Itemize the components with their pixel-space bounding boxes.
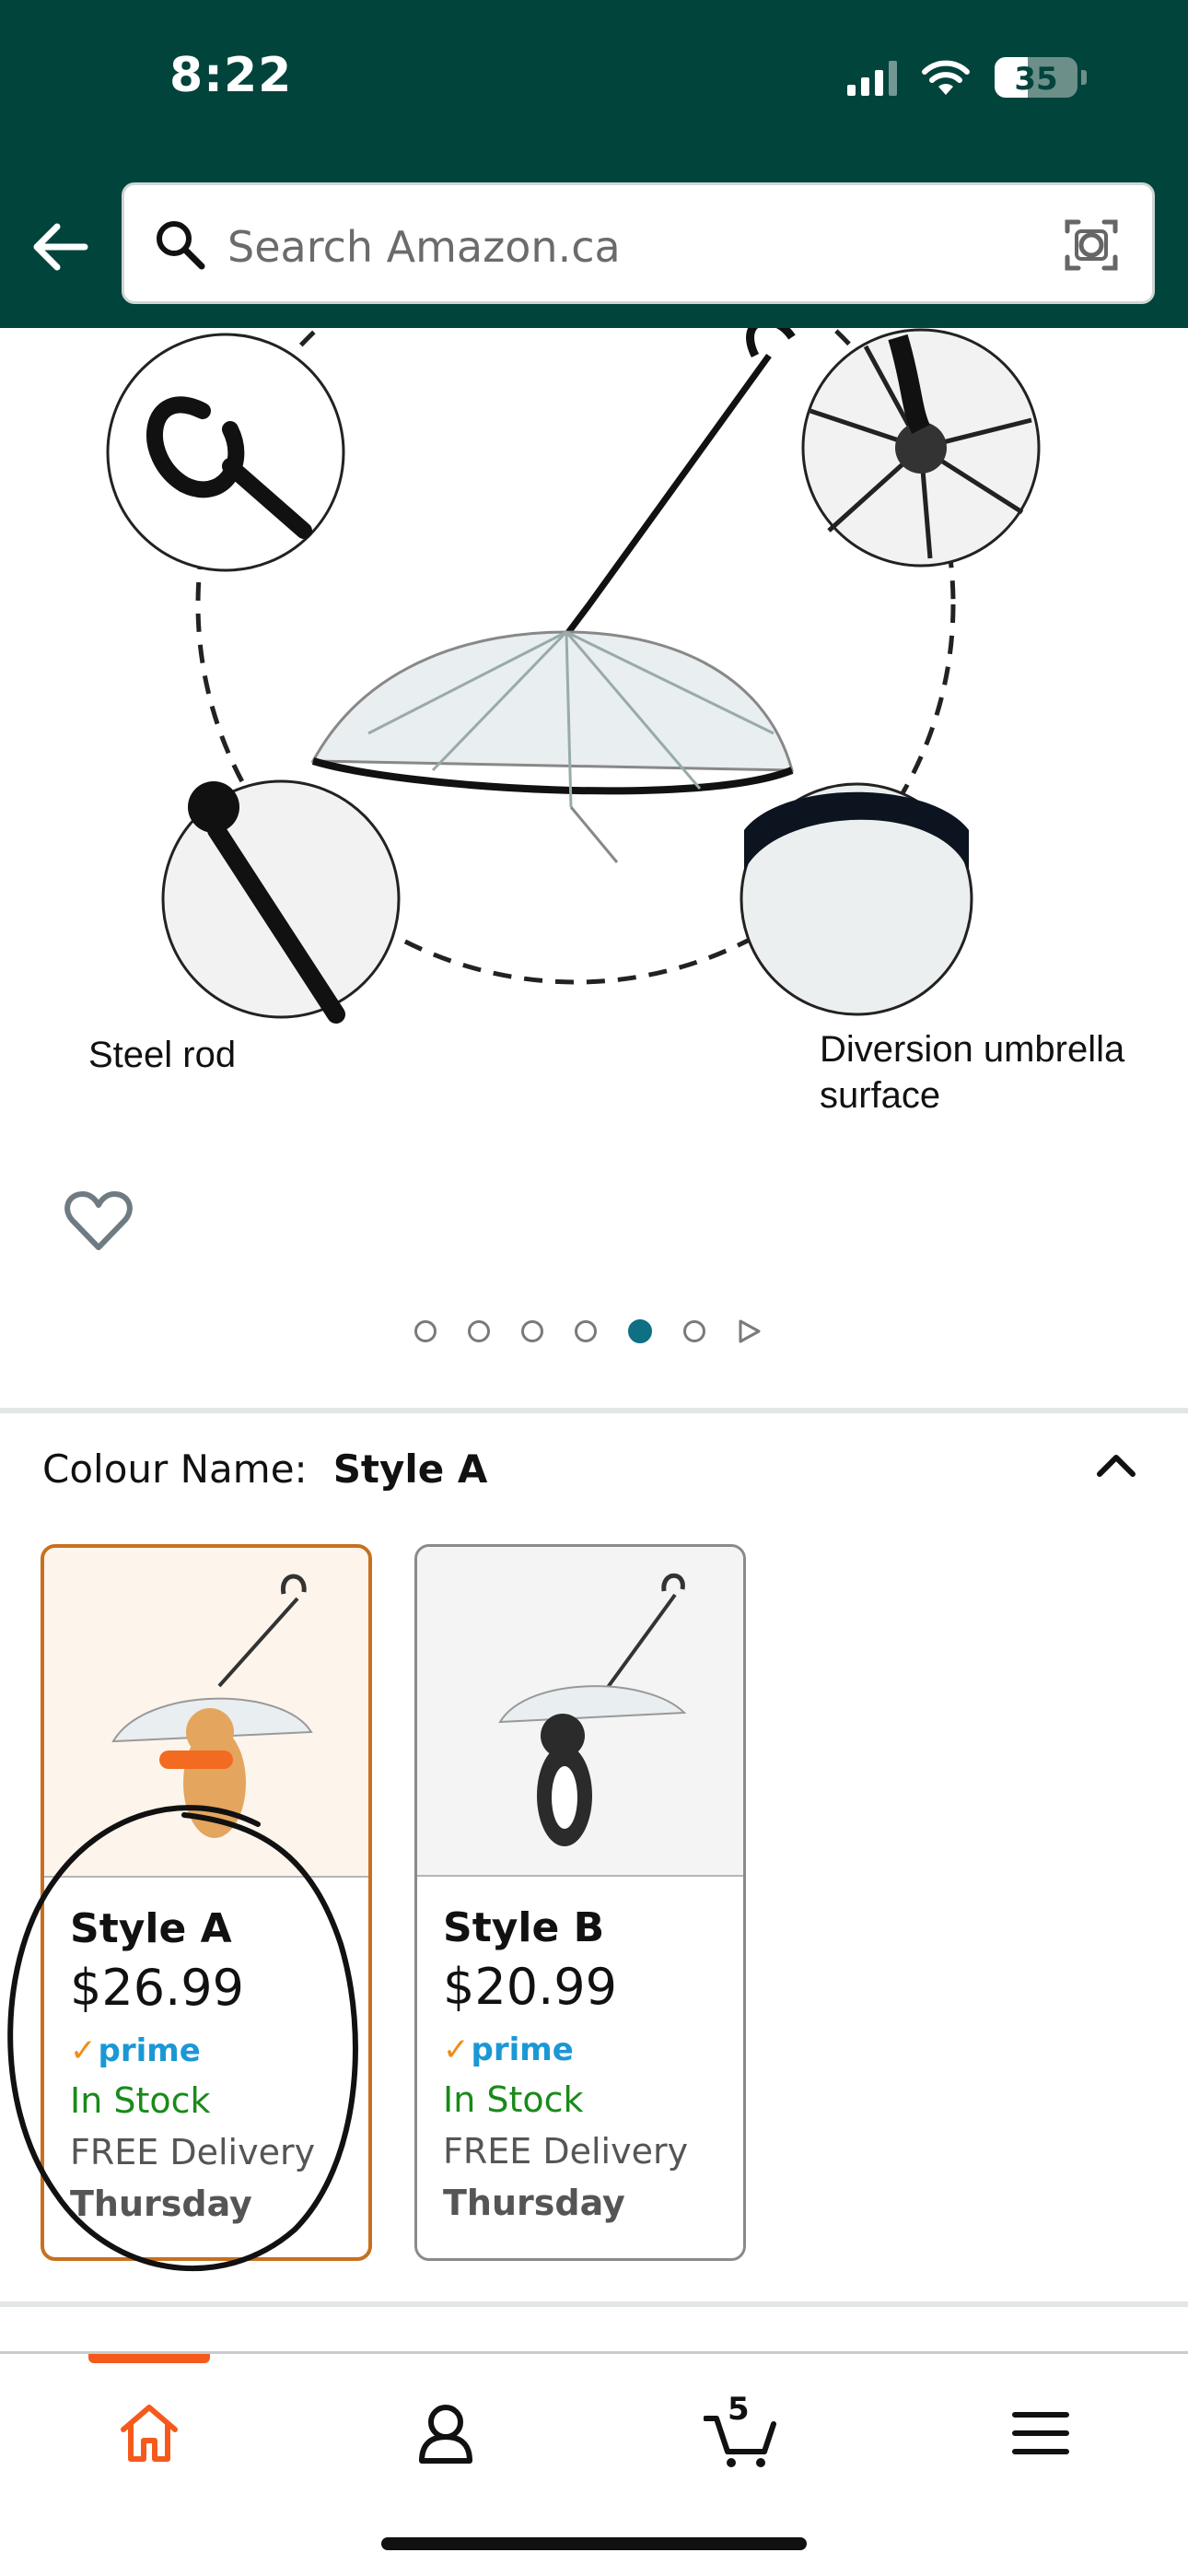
carousel-dot-active[interactable] — [628, 1319, 652, 1343]
menu-icon[interactable] — [1004, 2396, 1077, 2470]
section-divider — [0, 2301, 1188, 2307]
back-arrow-icon[interactable] — [29, 221, 88, 273]
delivery-day: Thursday — [70, 2184, 252, 2224]
caption-steel-rod: Steel rod — [88, 1035, 237, 1075]
battery-percent: 35 — [1014, 61, 1058, 98]
chevron-up-icon[interactable] — [1094, 1446, 1138, 1483]
search-icon — [157, 221, 205, 270]
app-header: 8:22 35 Search Amazon.ca — [0, 0, 1188, 328]
home-indicator-bar[interactable] — [381, 2537, 807, 2550]
prime-badge: ✓prime — [443, 2032, 574, 2068]
caption-diversion-line2: surface — [820, 1075, 941, 1116]
prime-badge: ✓prime — [70, 2032, 201, 2069]
variant-price: $26.99 — [70, 1959, 244, 2017]
product-illustration — [106, 328, 1041, 1024]
delivery-text: FREE Delivery — [70, 2132, 316, 2172]
camera-search-icon[interactable] — [1062, 215, 1121, 274]
variant-thumbnail — [417, 1547, 743, 1875]
colour-name-row: Colour Name: Style A — [42, 1446, 487, 1492]
section-divider — [0, 1408, 1188, 1413]
variant-name: Style B — [443, 1904, 605, 1951]
variant-name: Style A — [70, 1905, 232, 1952]
carousel-dot[interactable] — [575, 1320, 597, 1342]
carousel-dot[interactable] — [414, 1320, 437, 1342]
variant-thumbnail — [44, 1548, 368, 1876]
variant-price: $20.99 — [443, 1958, 617, 2016]
colour-value: Style A — [332, 1446, 488, 1492]
heart-icon[interactable] — [63, 1188, 134, 1253]
delivery-day: Thursday — [443, 2183, 625, 2223]
carousel-dot[interactable] — [521, 1320, 543, 1342]
carousel-indicator[interactable] — [414, 1319, 761, 1343]
variant-card-style-a[interactable]: Style A $26.99 ✓prime In Stock FREE Deli… — [41, 1544, 372, 2261]
product-image[interactable]: Steel rod Diversion umbrella surface — [0, 328, 1188, 1305]
cart-button[interactable]: 5 — [703, 2391, 777, 2470]
battery-icon: 35 — [995, 57, 1077, 98]
account-icon[interactable] — [409, 2396, 483, 2470]
status-icons: 35 — [847, 57, 1087, 98]
status-time: 8:22 — [169, 48, 293, 103]
stock-status: In Stock — [443, 2079, 584, 2120]
prime-check-icon: ✓ — [70, 2032, 97, 2069]
delivery-text: FREE Delivery — [443, 2131, 689, 2172]
stock-status: In Stock — [70, 2080, 211, 2121]
colour-label: Colour Name: — [42, 1446, 308, 1492]
caption-diversion-line1: Diversion umbrella — [820, 1029, 1125, 1070]
play-video-icon[interactable] — [737, 1319, 761, 1343]
home-icon[interactable] — [112, 2396, 186, 2470]
search-placeholder: Search Amazon.ca — [227, 222, 621, 272]
variant-card-style-b[interactable]: Style B $20.99 ✓prime In Stock FREE Deli… — [414, 1544, 746, 2261]
active-tab-indicator — [88, 2354, 210, 2363]
carousel-dot[interactable] — [683, 1320, 705, 1342]
cart-count-badge: 5 — [728, 2391, 750, 2428]
carousel-dot[interactable] — [468, 1320, 490, 1342]
cellular-signal-icon — [847, 59, 897, 96]
wifi-icon — [922, 60, 970, 95]
search-input[interactable]: Search Amazon.ca — [122, 182, 1155, 304]
prime-check-icon: ✓ — [443, 2032, 470, 2068]
